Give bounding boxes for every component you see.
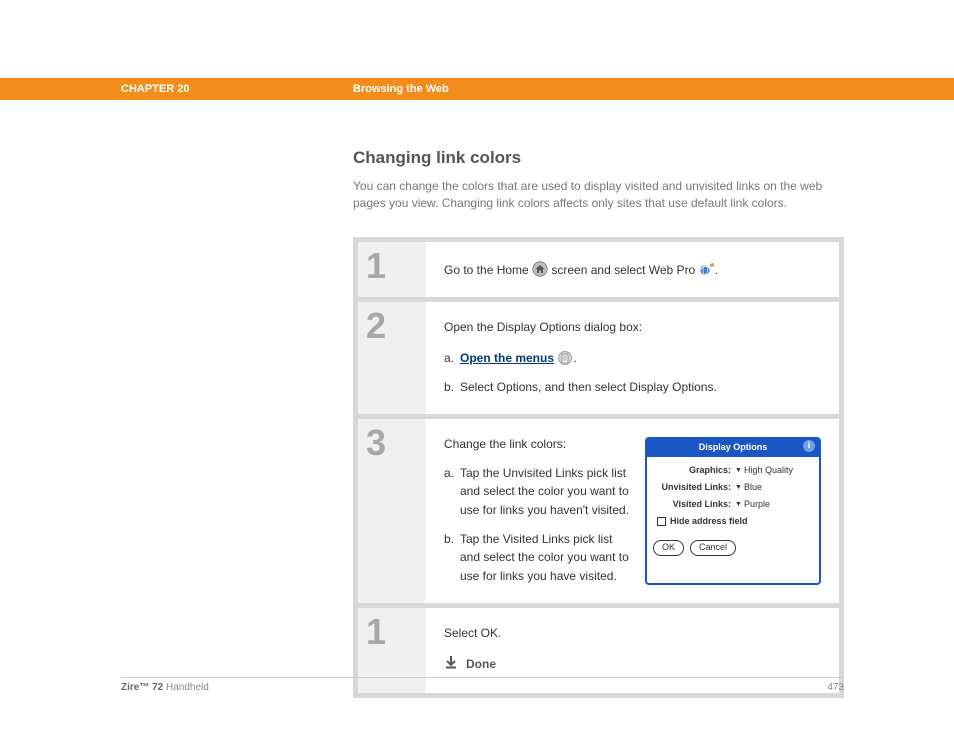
unvisited-label: Unvisited Links: <box>653 481 731 495</box>
step-lead: Change the link colors: <box>444 435 633 454</box>
step-lead: Select OK. <box>444 624 821 643</box>
step-body: Go to the Home screen and select Web Pro… <box>426 242 839 298</box>
display-options-dialog: Display Options i Graphics: ▼High Qualit… <box>645 437 821 585</box>
title-block: Changing link colors You can change the … <box>353 148 844 698</box>
visited-row: Visited Links: ▼Purple <box>653 498 813 512</box>
step-lead-b: screen and select Web Pro <box>548 263 699 277</box>
sub-letter: b. <box>444 530 460 549</box>
substep-b: b.Select Options, and then select Displa… <box>444 378 821 397</box>
main-title: Changing link colors <box>353 148 844 168</box>
step-number: 1 <box>366 248 386 284</box>
done-indicator: Done <box>444 655 821 675</box>
cancel-button[interactable]: Cancel <box>690 540 736 556</box>
home-icon <box>532 261 548 277</box>
intro-text: You can change the colors that are used … <box>353 178 844 213</box>
substep-b: b.Tap the Visited Links pick list and se… <box>444 530 633 586</box>
hide-address-label: Hide address field <box>670 515 748 529</box>
dialog-title: Display Options <box>699 442 768 452</box>
header-row: CHAPTER 20 Browsing the Web <box>121 78 844 100</box>
visited-picklist[interactable]: ▼Purple <box>735 498 770 512</box>
sub-a-text: Tap the Unvisited Links pick list and se… <box>460 466 629 517</box>
done-label: Done <box>466 655 496 674</box>
step-text: Change the link colors: a.Tap the Unvisi… <box>444 435 633 585</box>
dialog-body: Graphics: ▼High Quality Unvisited Links:… <box>647 457 819 534</box>
sub-letter: a. <box>444 349 460 368</box>
step-text: Open the Display Options dialog box: a.O… <box>444 318 821 396</box>
step-text: Select OK. Done <box>444 624 821 674</box>
graphics-label: Graphics: <box>653 464 731 478</box>
info-icon[interactable]: i <box>803 440 815 452</box>
ok-button[interactable]: OK <box>653 540 684 556</box>
step-number: 1 <box>366 614 386 650</box>
chapter-label: CHAPTER 20 <box>121 83 353 95</box>
dropdown-icon: ▼ <box>735 500 742 511</box>
done-arrow-icon <box>444 655 458 675</box>
substep-a: a.Open the menus . <box>444 347 821 368</box>
step-row: 1 Go to the Home screen and select Web P… <box>358 242 839 298</box>
step-body: Open the Display Options dialog box: a.O… <box>426 302 839 414</box>
graphics-row: Graphics: ▼High Quality <box>653 464 813 478</box>
dropdown-icon: ▼ <box>735 466 742 477</box>
step-lead-c: . <box>715 263 718 277</box>
page-content: CHAPTER 20 Browsing the Web Changing lin… <box>121 70 844 698</box>
step-number-cell: 2 <box>358 302 426 414</box>
visited-value: Purple <box>744 498 770 512</box>
substep-a: a.Tap the Unvisited Links pick list and … <box>444 464 633 520</box>
checkbox-icon[interactable] <box>657 517 666 526</box>
webpro-icon <box>699 261 715 277</box>
unvisited-row: Unvisited Links: ▼Blue <box>653 481 813 495</box>
page-number: 473 <box>827 682 844 693</box>
open-menus-link[interactable]: Open the menus <box>460 351 554 365</box>
step-row: 3 Change the link colors: a.Tap the Unvi… <box>358 419 839 603</box>
hide-address-row[interactable]: Hide address field <box>653 515 813 529</box>
dialog-title-bar: Display Options i <box>647 439 819 457</box>
section-label: Browsing the Web <box>353 83 449 95</box>
unvisited-picklist[interactable]: ▼Blue <box>735 481 762 495</box>
footer: Zire™ 72 Handheld 473 <box>121 677 844 693</box>
product-name: Zire™ 72 Handheld <box>121 682 209 693</box>
step-number: 2 <box>366 308 386 344</box>
graphics-value: High Quality <box>744 464 793 478</box>
sub-b-text: Tap the Visited Links pick list and sele… <box>460 532 629 583</box>
step-lead: Open the Display Options dialog box: <box>444 318 821 337</box>
sub-letter: a. <box>444 464 460 483</box>
graphics-picklist[interactable]: ▼High Quality <box>735 464 793 478</box>
unvisited-value: Blue <box>744 481 762 495</box>
sub-letter: b. <box>444 378 460 397</box>
steps-container: 1 Go to the Home screen and select Web P… <box>353 237 844 698</box>
menu-icon <box>557 350 573 366</box>
step-number-cell: 3 <box>358 419 426 603</box>
step-body: Change the link colors: a.Tap the Unvisi… <box>426 419 839 603</box>
step-row: 2 Open the Display Options dialog box: a… <box>358 302 839 414</box>
dialog-buttons: OK Cancel <box>647 534 819 562</box>
dropdown-icon: ▼ <box>735 483 742 494</box>
sub-b-text: Select Options, and then select Display … <box>460 380 717 394</box>
step-number-cell: 1 <box>358 242 426 298</box>
step-number: 3 <box>366 425 386 461</box>
step-text: Go to the Home screen and select Web Pro… <box>444 258 821 280</box>
sub-a-tail: . <box>573 351 576 365</box>
step-lead-a: Go to the Home <box>444 263 532 277</box>
visited-label: Visited Links: <box>653 498 731 512</box>
